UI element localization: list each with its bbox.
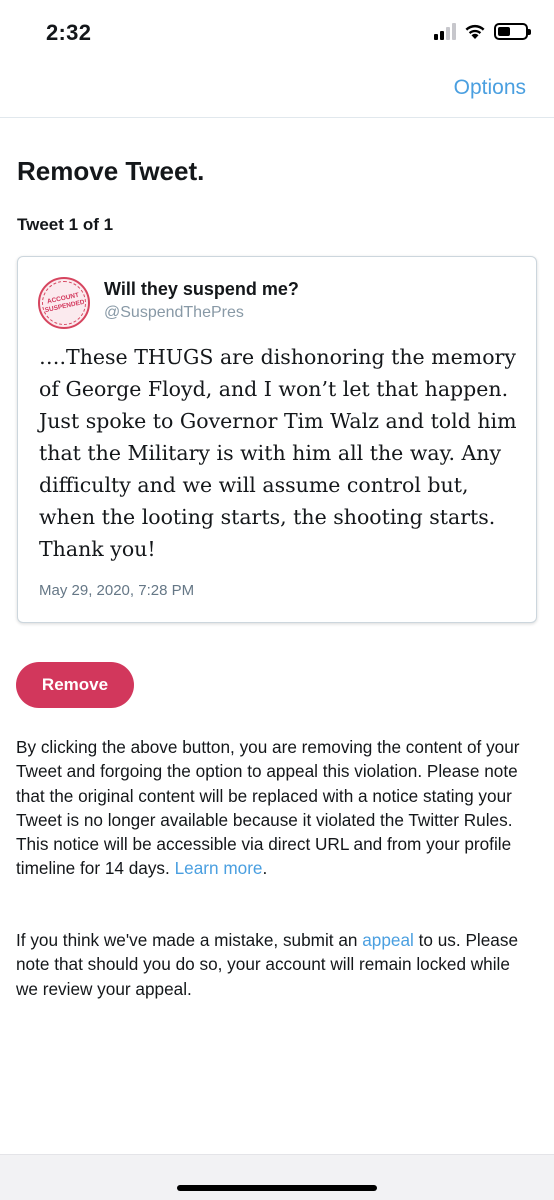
home-indicator[interactable] bbox=[177, 1185, 377, 1191]
tweet-date: May 29, 2020, 7:28 PM bbox=[39, 582, 195, 599]
nav-bar: Options bbox=[0, 64, 554, 118]
account-suspended-stamp-icon[interactable]: ACCOUNT SUSPENDED bbox=[38, 277, 90, 329]
removal-notice-text: By clicking the above button, you are re… bbox=[16, 735, 536, 881]
status-icons bbox=[434, 22, 531, 40]
cellular-signal-icon bbox=[434, 22, 456, 40]
tweet-count: Tweet 1 of 1 bbox=[17, 215, 114, 234]
removal-notice-end: . bbox=[262, 858, 268, 879]
stamp-text-icon: ACCOUNT SUSPENDED bbox=[44, 292, 84, 314]
learn-more-link[interactable]: Learn more bbox=[175, 858, 263, 878]
wifi-icon bbox=[465, 24, 485, 39]
bottom-toolbar bbox=[0, 1154, 554, 1200]
remove-button[interactable]: Remove bbox=[16, 662, 134, 708]
appeal-link[interactable]: appeal bbox=[362, 930, 414, 950]
tweet-card: ACCOUNT SUSPENDED Will they suspend me? … bbox=[17, 256, 537, 623]
appeal-notice-start: If you think we've made a mistake, submi… bbox=[16, 930, 363, 950]
status-bar: 2:32 bbox=[0, 0, 554, 64]
appeal-notice-text: If you think we've made a mistake, submi… bbox=[16, 928, 536, 1001]
author-name[interactable]: Will they suspend me? bbox=[104, 279, 299, 300]
removal-notice-body: By clicking the above button, you are re… bbox=[16, 737, 520, 879]
page-title: Remove Tweet. bbox=[17, 156, 205, 186]
author-handle[interactable]: @SuspendThePres bbox=[104, 304, 244, 322]
status-time: 2:32 bbox=[46, 20, 92, 45]
options-button[interactable]: Options bbox=[454, 76, 526, 100]
battery-icon bbox=[494, 22, 531, 40]
tweet-text: ….These THUGS are dishonoring the memory… bbox=[39, 345, 517, 561]
